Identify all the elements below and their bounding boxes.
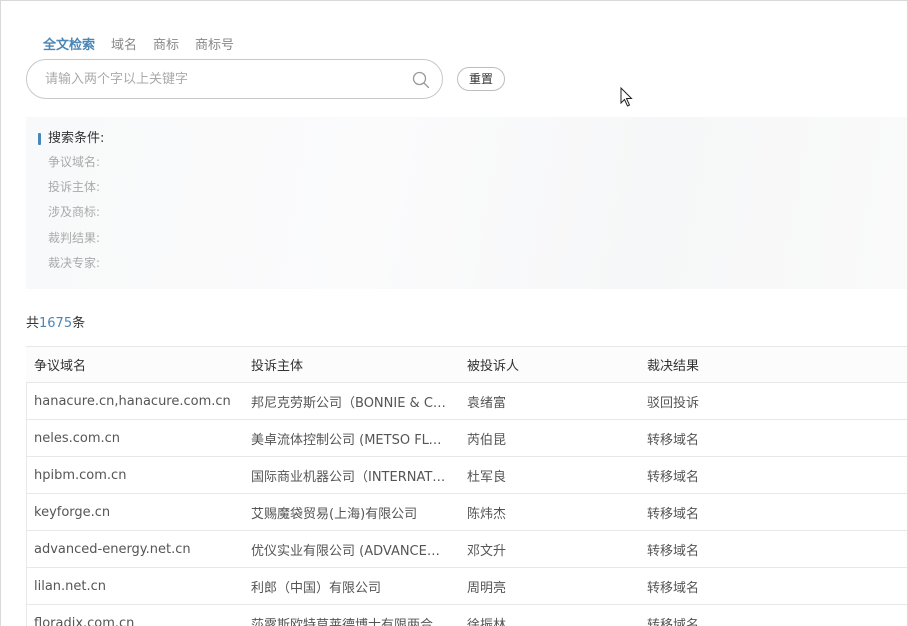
cell-decision: 转移域名 xyxy=(647,617,700,626)
search-box xyxy=(26,59,443,99)
cell-disputed-domain: floradix.com.cn xyxy=(34,615,135,626)
cell-respondent: 邓文升 xyxy=(467,543,507,559)
result-count-suffix: 条 xyxy=(72,316,86,331)
tab-trademark[interactable]: 商标 xyxy=(153,38,179,54)
table-row[interactable]: advanced-energy.net.cn 优仪实业有限公司 (ADVANCED… xyxy=(26,531,907,568)
table-row[interactable]: hanacure.cn,hanacure.com.cn 邦尼克劳斯公司（BONNI… xyxy=(26,383,907,420)
header-complainant: 投诉主体 xyxy=(251,359,304,374)
cell-complainant: 美卓流体控制公司 (METSO FLOW CONTROL) xyxy=(251,432,459,448)
condition-disputed-domain: 争议域名: xyxy=(48,155,101,169)
table-row[interactable]: hpibm.com.cn 国际商业机器公司（INTERNATIONAL） 杜军良 转移… xyxy=(26,457,907,494)
result-count-prefix: 共 xyxy=(26,316,40,331)
condition-complainant: 投诉主体: xyxy=(48,180,101,194)
cell-decision: 转移域名 xyxy=(647,432,700,448)
condition-expert: 裁决专家: xyxy=(48,256,101,270)
search-conditions-panel: 搜索条件: 争议域名: 投诉主体: 涉及商标: 裁判结果: 裁决专家: xyxy=(26,117,907,289)
cell-disputed-domain: neles.com.cn xyxy=(34,430,121,446)
table-row[interactable]: floradix.com.cn 莎露斯欧特草莱德博士有限两合公司 徐振林 转移域名 xyxy=(26,605,907,626)
table-row[interactable]: keyforge.cn 艾赐魔袋贸易(上海)有限公司 陈炜杰 转移域名 xyxy=(26,494,907,531)
cell-respondent: 芮伯昆 xyxy=(467,432,507,448)
cell-respondent: 杜军良 xyxy=(467,469,507,485)
cell-respondent: 周明亮 xyxy=(467,580,507,596)
cell-decision: 转移域名 xyxy=(647,580,700,596)
cell-respondent: 袁绪富 xyxy=(467,395,507,411)
results-table: 争议域名 投诉主体 被投诉人 裁决结果 hanacure.cn,hanacure… xyxy=(26,346,907,626)
cell-decision: 转移域名 xyxy=(647,469,700,485)
cell-complainant: 艾赐魔袋贸易(上海)有限公司 xyxy=(251,506,418,522)
cell-disputed-domain: keyforge.cn xyxy=(34,504,111,520)
page-frame: 全文检索 域名 商标 商标号 重置 搜索条件: 争议域名: 投诉主体: 涉及商标… xyxy=(0,0,908,626)
header-decision: 裁决结果 xyxy=(647,359,700,374)
cell-disputed-domain: hanacure.cn,hanacure.com.cn xyxy=(34,393,231,409)
header-respondent: 被投诉人 xyxy=(467,359,520,374)
header-disputed-domain: 争议域名 xyxy=(34,359,87,374)
cell-decision: 驳回投诉 xyxy=(647,395,700,411)
cell-disputed-domain: lilan.net.cn xyxy=(34,578,107,594)
cell-respondent: 陈炜杰 xyxy=(467,506,507,522)
conditions-title: 搜索条件: xyxy=(38,131,104,147)
cell-decision: 转移域名 xyxy=(647,543,700,559)
cell-decision: 转移域名 xyxy=(647,506,700,522)
cell-complainant: 莎露斯欧特草莱德博士有限两合公司 xyxy=(251,617,459,626)
table-row[interactable]: neles.com.cn 美卓流体控制公司 (METSO FLOW CONTROL… xyxy=(26,420,907,457)
result-count: 共1675条 xyxy=(26,315,85,333)
cell-disputed-domain: hpibm.com.cn xyxy=(34,467,127,483)
cell-complainant: 邦尼克劳斯公司（BONNIE & CLYDE） xyxy=(251,395,459,411)
table-body: hanacure.cn,hanacure.com.cn 邦尼克劳斯公司（BONNI… xyxy=(26,383,907,626)
result-count-number: 1675 xyxy=(39,316,73,331)
tab-trademark-number[interactable]: 商标号 xyxy=(195,38,234,54)
cell-disputed-domain: advanced-energy.net.cn xyxy=(34,541,191,557)
search-input[interactable] xyxy=(45,69,405,89)
search-type-tabs: 全文检索 域名 商标 商标号 xyxy=(43,38,234,54)
condition-trademark: 涉及商标: xyxy=(48,205,101,219)
cell-complainant: 国际商业机器公司（INTERNATIONAL） xyxy=(251,469,459,485)
tab-domain[interactable]: 域名 xyxy=(111,38,137,54)
cell-complainant: 优仪实业有限公司 (ADVANCED ENERGY) xyxy=(251,543,459,559)
reset-button[interactable]: 重置 xyxy=(457,67,505,91)
table-row[interactable]: lilan.net.cn 利郎（中国）有限公司 周明亮 转移域名 xyxy=(26,568,907,605)
table-header: 争议域名 投诉主体 被投诉人 裁决结果 xyxy=(26,346,907,383)
cell-complainant: 利郎（中国）有限公司 xyxy=(251,580,382,596)
cell-respondent: 徐振林 xyxy=(467,617,507,626)
tab-fulltext[interactable]: 全文检索 xyxy=(43,38,95,54)
condition-result: 裁判结果: xyxy=(48,231,101,245)
mouse-cursor-icon xyxy=(620,87,633,107)
search-icon[interactable] xyxy=(412,71,430,89)
